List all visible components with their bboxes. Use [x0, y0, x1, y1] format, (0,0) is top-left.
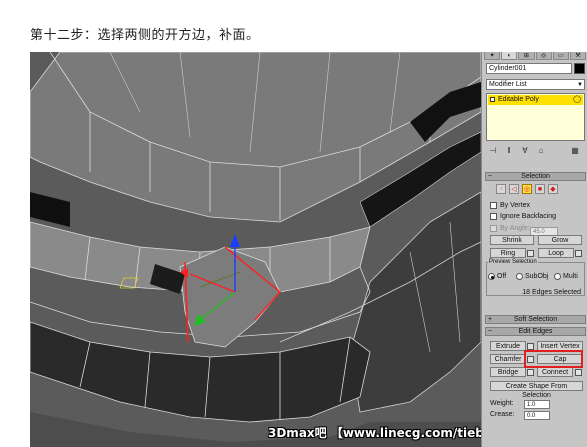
- by-vertex-checkbox[interactable]: By Vertex: [490, 201, 530, 210]
- connect-settings-icon[interactable]: [575, 369, 582, 376]
- tab-create[interactable]: ✦: [484, 52, 501, 60]
- soft-selection-rollout-header[interactable]: + Soft Selection: [485, 315, 586, 324]
- bridge-button[interactable]: Bridge: [490, 367, 526, 377]
- object-name-field[interactable]: Cylinder001: [486, 63, 572, 74]
- lightbulb-icon[interactable]: ◯: [573, 95, 581, 105]
- object-color-swatch[interactable]: [574, 63, 585, 74]
- tab-utilities[interactable]: ⚒: [569, 52, 587, 60]
- border-level-icon[interactable]: ◎: [522, 184, 532, 194]
- weight-label: Weight:: [490, 400, 514, 407]
- configure-sets-icon[interactable]: ▦: [570, 146, 580, 155]
- extrude-button[interactable]: Extrude: [490, 341, 526, 351]
- edges-selected-status: 18 Edges Selected: [522, 289, 581, 296]
- modifier-list-dropdown[interactable]: Modifier List ▼: [486, 79, 585, 90]
- preview-off-radio[interactable]: Off: [488, 272, 506, 281]
- viewport-scene: [30, 52, 481, 447]
- command-panel-tabs: ✦ ◐ ⊞ ◎ ▭ ⚒: [482, 52, 587, 60]
- loop-button[interactable]: Loop: [538, 248, 574, 258]
- shrink-button[interactable]: Shrink: [490, 235, 534, 245]
- element-level-icon[interactable]: ◆: [548, 184, 558, 194]
- by-angle-checkbox[interactable]: By Angle:: [490, 224, 530, 233]
- ring-button[interactable]: Ring: [490, 248, 526, 258]
- show-end-result-icon[interactable]: ‖: [504, 146, 514, 155]
- stack-item-editable-poly[interactable]: Editable Poly ◯: [488, 95, 583, 105]
- remove-modifier-icon[interactable]: ⌂: [536, 146, 546, 155]
- stack-toolbar: ⊣ ‖ ∀ ⌂ ▦: [486, 144, 585, 156]
- modifier-list-label: Modifier List: [489, 81, 527, 88]
- make-unique-icon[interactable]: ∀: [520, 146, 530, 155]
- tab-display[interactable]: ▭: [552, 52, 569, 60]
- watermark: 3Dmax吧 【www.linecg.com/tieba/1771】: [268, 426, 481, 440]
- polygon-level-icon[interactable]: ■: [535, 184, 545, 194]
- step-caption: 第十二步：选择两侧的开方边，补面。: [30, 28, 260, 43]
- cap-button-highlight: [524, 350, 583, 368]
- grow-button[interactable]: Grow: [538, 235, 582, 245]
- chevron-down-icon: ▼: [577, 82, 583, 88]
- create-shape-button[interactable]: Create Shape From Selection: [490, 381, 583, 399]
- 3d-viewport[interactable]: 3Dmax吧 【www.linecg.com/tieba/1771】: [30, 52, 481, 447]
- extrude-settings-icon[interactable]: [527, 343, 534, 350]
- modifier-stack[interactable]: Editable Poly ◯: [486, 93, 585, 141]
- tab-motion[interactable]: ◎: [535, 52, 552, 60]
- stack-item-label: Editable Poly: [498, 96, 539, 103]
- preview-selection-title: Preview Selection: [488, 259, 538, 265]
- selection-rollout-title: Selection: [521, 173, 550, 180]
- edit-edges-rollout-header[interactable]: − Edit Edges: [485, 327, 586, 336]
- vertex-level-icon[interactable]: ⁖: [496, 184, 506, 194]
- selection-rollout-header[interactable]: − Selection: [485, 172, 586, 181]
- connect-button[interactable]: Connect: [537, 367, 573, 377]
- bridge-settings-icon[interactable]: [527, 369, 534, 376]
- crease-spinner[interactable]: 0.0: [524, 411, 550, 420]
- crease-label: Crease:: [490, 411, 515, 418]
- weight-spinner[interactable]: 1.0: [524, 400, 550, 409]
- chamfer-button[interactable]: Chamfer: [490, 354, 526, 364]
- pin-stack-icon[interactable]: ⊣: [488, 146, 498, 155]
- preview-subobj-radio[interactable]: SubObj: [516, 272, 548, 281]
- edge-level-icon[interactable]: ◁: [509, 184, 519, 194]
- command-panel: ✦ ◐ ⊞ ◎ ▭ ⚒ Cylinder001 Modifier List ▼ …: [481, 52, 587, 447]
- ring-spinner-icon[interactable]: [527, 250, 534, 257]
- loop-spinner-icon[interactable]: [575, 250, 582, 257]
- expand-icon[interactable]: [490, 97, 495, 102]
- tab-hierarchy[interactable]: ⊞: [518, 52, 535, 60]
- tab-modify[interactable]: ◐: [501, 52, 518, 60]
- ignore-backfacing-checkbox[interactable]: Ignore Backfacing: [490, 212, 556, 221]
- subobject-level-icons: ⁖ ◁ ◎ ■ ◆: [496, 184, 558, 194]
- preview-multi-radio[interactable]: Multi: [554, 272, 578, 281]
